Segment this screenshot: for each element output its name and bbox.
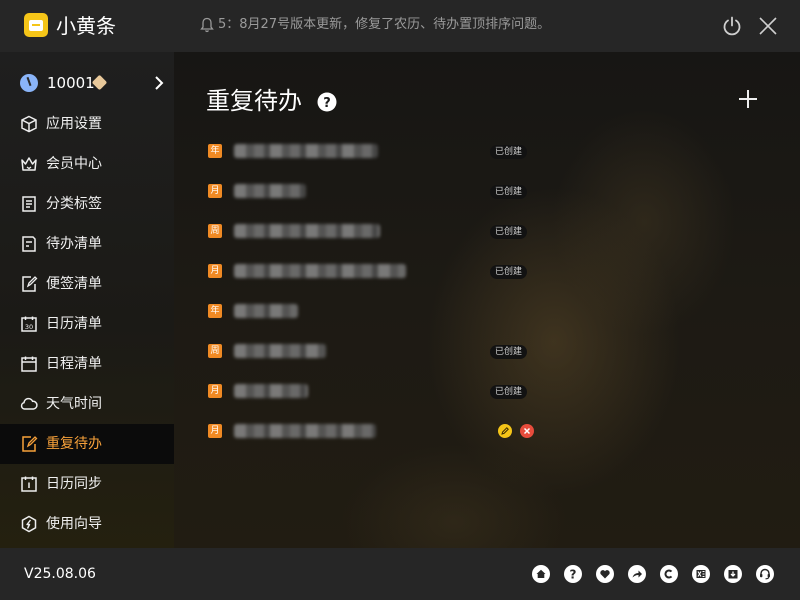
sidebar-item-label: 日历清单 (46, 316, 102, 332)
todo-row[interactable]: 月 已创建 (204, 380, 544, 404)
sidebar-item-user-guide[interactable]: 使用向导 (0, 504, 174, 544)
status-badge: 已创建 (490, 225, 528, 239)
repeat-type-badge: 周 (208, 224, 222, 238)
sidebar-item-label: 使用向导 (46, 516, 102, 532)
repeat-type-badge: 月 (208, 424, 222, 438)
todo-text-redacted (234, 224, 380, 238)
app-logo (24, 13, 48, 37)
close-icon[interactable] (757, 15, 779, 37)
sidebar-item-repeat-todo[interactable]: 重复待办 (0, 424, 174, 464)
sidebar-item-calendar-sync[interactable]: 日历同步 (0, 464, 174, 504)
repeat-type-badge: 月 (208, 264, 222, 278)
todo-row[interactable]: 月 已创建 (204, 260, 544, 284)
sidebar-item-label: 待办清单 (46, 236, 102, 252)
heart-icon[interactable] (596, 565, 614, 583)
svg-text:30: 30 (25, 323, 33, 331)
sidebar-item-label: 重复待办 (46, 436, 102, 452)
download-icon[interactable] (724, 565, 742, 583)
repeat-type-badge: 年 (208, 304, 222, 318)
sidebar-item-label: 天气时间 (46, 396, 102, 412)
todo-text-redacted (234, 304, 298, 318)
cloud-icon (20, 397, 38, 410)
share-icon[interactable] (628, 565, 646, 583)
sidebar-item-label: 便签清单 (46, 276, 102, 292)
add-icon[interactable] (737, 88, 759, 110)
sidebar-item-label: 日程清单 (46, 356, 102, 372)
todo-text-redacted (234, 384, 308, 398)
status-badge: 已创建 (490, 345, 528, 359)
note-edit-icon (22, 276, 38, 292)
status-badge: 已创建 (490, 265, 528, 279)
avatar (20, 74, 38, 92)
sidebar-item-label: 分类标签 (46, 196, 102, 212)
sidebar-item-weather-time[interactable]: 天气时间 (0, 384, 174, 424)
status-badge: 已创建 (490, 145, 528, 159)
user-id: 10001 (47, 74, 95, 92)
todo-row[interactable]: 年 已创建 (204, 140, 544, 164)
svg-text:?: ? (323, 96, 331, 111)
excel-export-icon[interactable] (692, 565, 710, 583)
delete-icon[interactable] (520, 424, 534, 438)
power-icon[interactable] (721, 15, 743, 37)
copyright-icon[interactable] (660, 565, 678, 583)
help-icon[interactable]: ? (564, 565, 582, 583)
todo-row[interactable]: 年 (204, 300, 544, 324)
repeat-type-badge: 周 (208, 344, 222, 358)
crown-icon (21, 157, 37, 171)
footer-bar: V25.08.06 ? (0, 548, 800, 600)
checklist-icon (22, 236, 36, 252)
sidebar-item-member-center[interactable]: 会员中心 (0, 144, 174, 184)
svg-text:?: ? (570, 568, 577, 582)
compass-icon (21, 515, 37, 533)
bell-icon (200, 17, 214, 33)
sidebar-item-todo-list[interactable]: 待办清单 (0, 224, 174, 264)
repeat-type-badge: 月 (208, 384, 222, 398)
support-icon[interactable] (756, 565, 774, 583)
todo-text-redacted (234, 344, 326, 358)
cube-icon (21, 115, 37, 133)
calendar-icon (21, 356, 37, 372)
app-name: 小黄条 (56, 14, 116, 38)
sidebar-item-schedule-list[interactable]: 日程清单 (0, 344, 174, 384)
sidebar-item-label: 会员中心 (46, 156, 102, 172)
sidebar-item-label: 应用设置 (46, 116, 102, 132)
user-profile-row[interactable]: 10001 (0, 66, 174, 100)
title-bar: 小黄条 5：8月27号版本更新，修复了农历、待办置顶排序问题。 (0, 0, 800, 52)
calendar-30-icon: 30 (21, 316, 37, 332)
todo-row[interactable]: 周 已创建 (204, 340, 544, 364)
todo-text-redacted (234, 184, 306, 198)
calendar-sync-icon (21, 476, 37, 492)
status-badge: 已创建 (490, 185, 528, 199)
todo-text-redacted (234, 264, 406, 278)
todo-text-redacted (234, 424, 376, 438)
chevron-right-icon[interactable] (153, 75, 165, 91)
repeat-type-badge: 月 (208, 184, 222, 198)
todo-row[interactable]: 月 已创建 (204, 180, 544, 204)
book-icon (22, 196, 36, 212)
page-title: 重复待办 (206, 87, 302, 115)
home-icon[interactable] (532, 565, 550, 583)
sidebar-item-calendar-list[interactable]: 30 日历清单 (0, 304, 174, 344)
version-label: V25.08.06 (24, 566, 96, 582)
todo-row[interactable]: 月 (204, 420, 544, 444)
status-badge: 已创建 (490, 385, 528, 399)
repeat-note-icon (22, 436, 38, 452)
main-panel: 重复待办 ? 年 已创建 月 已创建 周 已创建 月 已创建 年 周 已创建 月… (174, 52, 800, 548)
todo-text-redacted (234, 144, 378, 158)
update-notice[interactable]: 5：8月27号版本更新，修复了农历、待办置顶排序问题。 (218, 17, 550, 33)
todo-row[interactable]: 周 已创建 (204, 220, 544, 244)
sidebar-item-category-tags[interactable]: 分类标签 (0, 184, 174, 224)
help-icon[interactable]: ? (317, 92, 337, 112)
repeat-type-badge: 年 (208, 144, 222, 158)
sidebar: 10001 应用设置 会员中心 分类标签 待办清单 便签清单 30 日历清单 日… (0, 52, 174, 548)
sidebar-item-app-settings[interactable]: 应用设置 (0, 104, 174, 144)
sidebar-item-sticky-notes[interactable]: 便签清单 (0, 264, 174, 304)
sidebar-item-label: 日历同步 (46, 476, 102, 492)
edit-icon[interactable] (498, 424, 512, 438)
